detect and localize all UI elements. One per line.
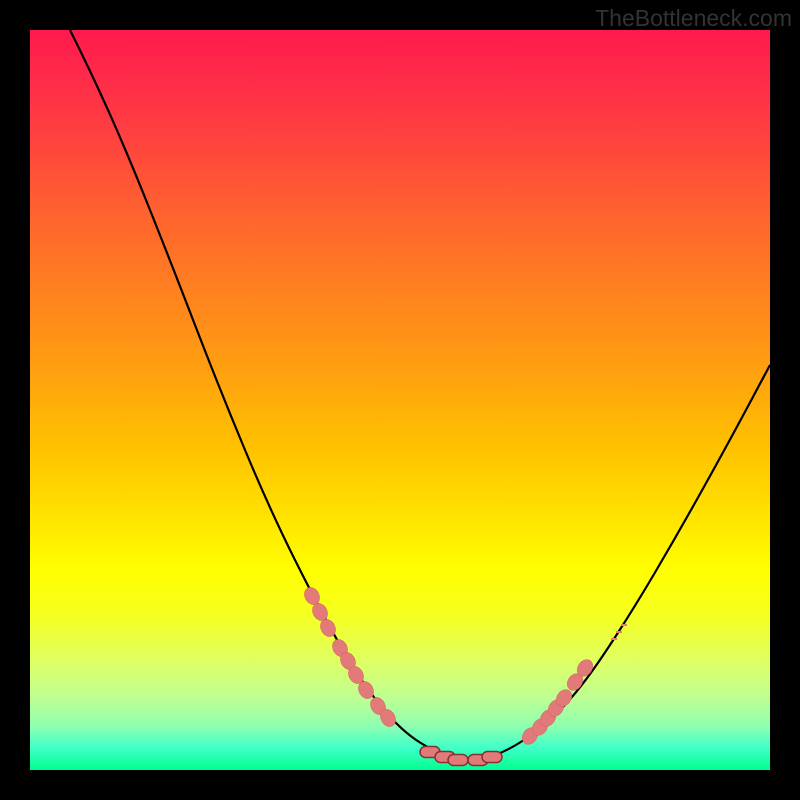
right-tick-markers	[611, 625, 627, 639]
left-cluster-markers	[301, 585, 398, 730]
marker-pill	[482, 752, 502, 763]
watermark-text: TheBottleneck.com	[595, 5, 792, 32]
chart-svg	[30, 30, 770, 770]
right-cluster-markers	[519, 657, 596, 748]
bottleneck-curve	[70, 30, 770, 759]
plot-area	[30, 30, 770, 770]
marker-pill	[448, 755, 468, 766]
bottom-flat-markers	[420, 747, 502, 766]
